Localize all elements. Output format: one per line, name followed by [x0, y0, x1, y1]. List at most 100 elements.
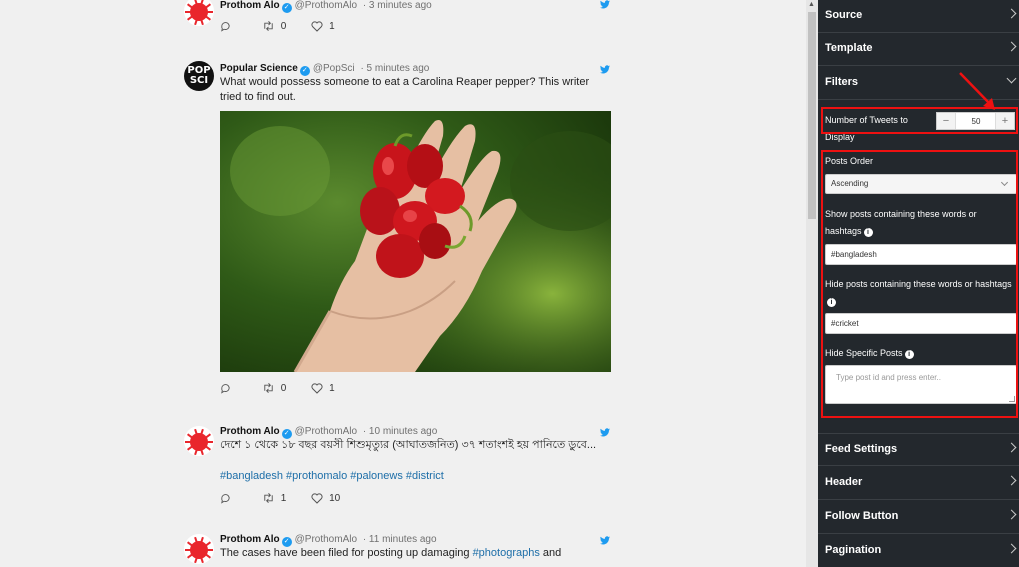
num-tweets-value[interactable]: 50: [957, 113, 995, 130]
author-name[interactable]: Prothom Alo: [220, 0, 280, 11]
chevron-right-icon: [1006, 442, 1017, 453]
section-label: Feed Settings: [825, 443, 898, 455]
scroll-up-arrow-icon[interactable]: ▲: [808, 1, 815, 8]
resize-handle[interactable]: [1009, 396, 1015, 402]
section-template[interactable]: Template: [818, 33, 1019, 66]
info-icon[interactable]: i: [904, 350, 914, 359]
author-handle[interactable]: @ProthomAlo: [295, 426, 357, 437]
chevron-down-icon: [1000, 178, 1009, 187]
retweet-count: 0: [280, 21, 287, 33]
author-name[interactable]: Prothom Alo: [220, 534, 280, 545]
pepper-hand-image: [220, 111, 611, 372]
heart-icon: [311, 383, 323, 394]
like-count: 1: [329, 383, 335, 395]
logo-ray: [204, 540, 211, 547]
section-pagination[interactable]: Pagination: [818, 535, 1019, 567]
tweet-feed: Prothom Alo ✓ @ProthomAlo · 3 minutes ago …: [0, 0, 806, 567]
section-feed-settings[interactable]: Feed Settings: [818, 433, 1019, 466]
section-source[interactable]: Source: [818, 0, 1019, 33]
increment-button[interactable]: +: [995, 113, 1014, 129]
section-follow-button[interactable]: Follow Button: [818, 501, 1019, 534]
reply-icon: [221, 494, 230, 504]
section-label: Filters: [825, 76, 859, 88]
logo-ray: [200, 557, 205, 564]
logo-ray: [193, 557, 198, 564]
tweet-time[interactable]: · 3 minutes ago: [363, 0, 432, 11]
prothom-alo-avatar[interactable]: [184, 426, 214, 456]
section-label: Follow Button: [825, 510, 899, 522]
info-icon[interactable]: i: [863, 228, 873, 237]
like-button[interactable]: 10: [311, 493, 340, 504]
tweet-time[interactable]: · 5 minutes ago: [360, 63, 429, 74]
tweet-text-part: The cases have been filed for posting up…: [220, 547, 473, 559]
hide-specific-label: Hide Specific Posts i: [825, 345, 914, 362]
author-handle[interactable]: @ProthomAlo: [295, 0, 357, 11]
logo-ray: [185, 11, 191, 13]
logo-ray: [200, 19, 205, 26]
logo-ray: [207, 549, 213, 551]
feed-scrollbar[interactable]: ▲: [806, 0, 818, 567]
popsci-avatar[interactable]: POP SCI: [184, 61, 214, 91]
reply-button[interactable]: [220, 21, 237, 32]
logo-ray: [200, 449, 205, 456]
retweet-icon: [264, 493, 273, 504]
tweet-text: What would possess someone to eat a Caro…: [220, 76, 590, 103]
hide-specific-label-text: Hide Specific Posts: [825, 348, 903, 358]
heart-icon: [311, 493, 323, 504]
retweet-button[interactable]: 1: [262, 493, 286, 504]
info-icon[interactable]: i: [827, 298, 836, 307]
logo-ray: [187, 540, 194, 547]
chevron-down-icon: [1006, 73, 1017, 84]
retweet-button[interactable]: 0: [262, 21, 287, 33]
logo-ray: [187, 432, 194, 439]
reply-button[interactable]: [220, 493, 237, 504]
scrollbar-thumb[interactable]: [808, 12, 816, 219]
show-posts-input[interactable]: #bangladesh: [825, 244, 1017, 265]
section-label: Header: [825, 476, 863, 488]
logo-ray: [185, 441, 191, 443]
chevron-right-icon: [1006, 8, 1017, 19]
hashtag-link[interactable]: #photographs: [473, 547, 540, 559]
author-handle[interactable]: @ProthomAlo: [295, 534, 357, 545]
posts-order-select[interactable]: Ascending: [825, 174, 1017, 194]
reply-button[interactable]: [220, 383, 237, 394]
hide-specific-placeholder: Type post id and press enter..: [836, 373, 941, 382]
twitter-bird-icon[interactable]: [600, 428, 610, 437]
chevron-right-icon: [1006, 543, 1017, 554]
twitter-bird-icon[interactable]: [600, 0, 610, 9]
hide-specific-textarea[interactable]: Type post id and press enter..: [825, 365, 1017, 404]
prothom-alo-avatar[interactable]: [184, 0, 214, 26]
reply-icon: [221, 384, 230, 394]
logo-ray: [204, 445, 211, 452]
chevron-right-icon: [1006, 509, 1017, 520]
author-name[interactable]: Prothom Alo: [220, 426, 280, 437]
num-tweets-stepper[interactable]: − 50 +: [936, 112, 1015, 130]
like-count: 10: [329, 493, 341, 505]
hide-posts-input[interactable]: #cricket: [825, 313, 1017, 334]
logo-ray: [185, 549, 191, 551]
tweet-photo[interactable]: [220, 111, 611, 372]
section-label: Pagination: [825, 544, 882, 556]
red-arrow-icon: [959, 72, 995, 110]
twitter-bird-icon[interactable]: [600, 536, 610, 545]
tweet-time[interactable]: · 11 minutes ago: [363, 534, 437, 545]
author-name[interactable]: Popular Science: [220, 63, 298, 74]
decrement-button[interactable]: −: [937, 113, 956, 129]
prothom-alo-avatar[interactable]: [184, 534, 214, 564]
like-button[interactable]: 1: [311, 383, 335, 394]
tweet-text: The cases have been filed for posting up…: [220, 546, 612, 561]
author-handle[interactable]: @PopSci: [313, 63, 355, 74]
tweet-hashtags[interactable]: #bangladesh #prothomalo #palonews #distr…: [220, 469, 612, 484]
like-button[interactable]: 1: [311, 21, 335, 32]
tweet-time[interactable]: · 10 minutes ago: [363, 426, 438, 437]
show-posts-label: Show posts containing these words or has…: [825, 206, 1013, 240]
twitter-bird-icon[interactable]: [600, 65, 610, 74]
retweet-button[interactable]: 0: [262, 383, 287, 395]
section-header[interactable]: Header: [818, 467, 1019, 500]
posts-order-label: Posts Order: [825, 156, 874, 166]
logo-ray: [207, 11, 213, 13]
tweet-actions: 0 1: [220, 383, 357, 394]
avatar-text: SCI: [189, 75, 209, 86]
logo-ray: [193, 449, 198, 456]
retweet-count: 0: [280, 383, 287, 395]
